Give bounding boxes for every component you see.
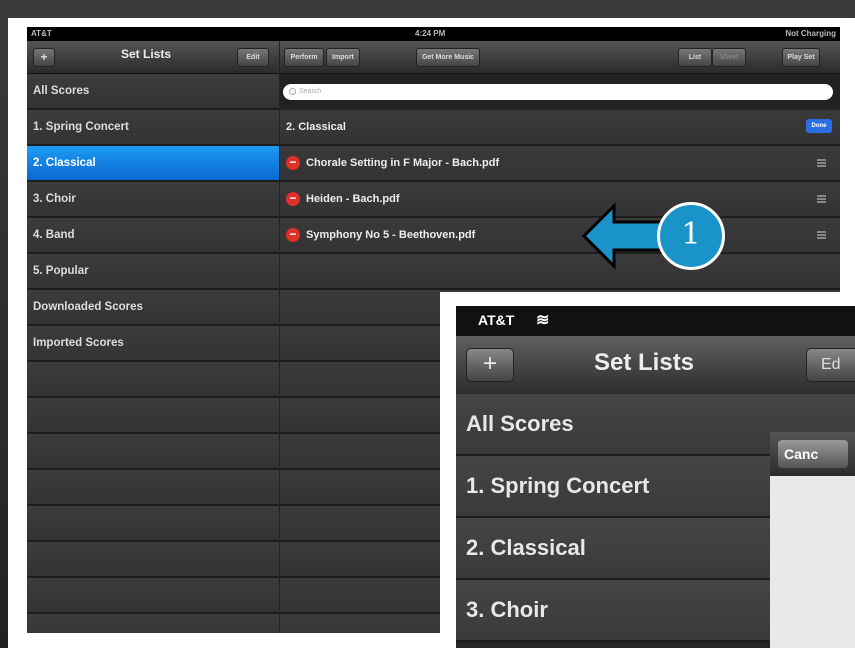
- status-bar: AT&T 4:24 PM Not Charging: [27, 27, 840, 41]
- sidebar-item-spring-concert[interactable]: 1. Spring Concert: [27, 110, 279, 144]
- left-toolbar: + Set Lists Edit: [27, 41, 279, 74]
- list-item[interactable]: − Heiden - Bach.pdf: [280, 182, 840, 216]
- zoom-inset: AT&T ≋ + Set Lists Ed All Scores 1. Spri…: [440, 292, 855, 648]
- sidebar-item-imported[interactable]: Imported Scores: [27, 326, 279, 360]
- sidebar-item-all-scores[interactable]: All Scores: [27, 74, 279, 108]
- zoom-edit-button[interactable]: Ed: [806, 348, 855, 382]
- zoom-add-button[interactable]: +: [466, 348, 514, 382]
- zoom-title: Set Lists: [594, 349, 695, 376]
- perform-button[interactable]: Perform: [284, 48, 324, 67]
- set-header-row: 2. Classical Done: [280, 110, 840, 144]
- time-label: 4:24 PM: [415, 29, 446, 38]
- sheet-tab[interactable]: Sheet: [712, 48, 746, 67]
- delete-icon[interactable]: −: [286, 228, 300, 242]
- play-set-button[interactable]: Play Set: [782, 48, 820, 67]
- sidebar-item-band[interactable]: 4. Band: [27, 218, 279, 252]
- zoom-status-bar: AT&T ≋: [456, 306, 855, 336]
- import-button[interactable]: Import: [326, 48, 360, 67]
- delete-icon[interactable]: −: [286, 156, 300, 170]
- sidebar-item-popular[interactable]: 5. Popular: [27, 254, 279, 288]
- file-name: Symphony No 5 - Beethoven.pdf: [306, 229, 476, 241]
- file-name: Heiden - Bach.pdf: [306, 193, 400, 205]
- list-item[interactable]: − Chorale Setting in F Major - Bach.pdf: [280, 146, 840, 180]
- list-tab[interactable]: List: [678, 48, 712, 67]
- zoom-carrier: AT&T: [478, 312, 515, 328]
- sidebar-item-classical[interactable]: 2. Classical: [27, 146, 279, 180]
- sidebar-item-downloaded[interactable]: Downloaded Scores: [27, 290, 279, 324]
- wifi-icon: ≋: [536, 312, 550, 329]
- carrier-label: AT&T: [31, 29, 52, 38]
- reorder-icon[interactable]: [817, 231, 826, 239]
- edit-button[interactable]: Edit: [237, 48, 269, 67]
- get-more-music-button[interactable]: Get More Music: [416, 48, 480, 67]
- file-name: Chorale Setting in F Major - Bach.pdf: [306, 157, 500, 169]
- search-input[interactable]: Search: [283, 84, 833, 100]
- search-icon: [289, 88, 296, 95]
- reorder-icon[interactable]: [817, 195, 826, 203]
- set-lists-title: Set Lists: [121, 47, 172, 61]
- zoom-screen: AT&T ≋ + Set Lists Ed All Scores 1. Spri…: [456, 306, 855, 648]
- cancel-button[interactable]: Canc: [778, 440, 848, 468]
- zoom-popover: Canc: [770, 432, 855, 648]
- delete-icon[interactable]: −: [286, 192, 300, 206]
- set-header-label: 2. Classical: [286, 121, 346, 133]
- sidebar-item-choir[interactable]: 3. Choir: [27, 182, 279, 216]
- step-number-badge: 1: [657, 202, 725, 270]
- battery-label: Not Charging: [785, 29, 836, 38]
- zoom-toolbar: + Set Lists Ed: [456, 336, 855, 394]
- reorder-icon[interactable]: [817, 159, 826, 167]
- list-item[interactable]: − Symphony No 5 - Beethoven.pdf: [280, 218, 840, 252]
- done-button[interactable]: Done: [806, 119, 832, 133]
- add-button[interactable]: +: [33, 48, 55, 67]
- right-toolbar: Perform Import Get More Music List Sheet…: [280, 41, 840, 74]
